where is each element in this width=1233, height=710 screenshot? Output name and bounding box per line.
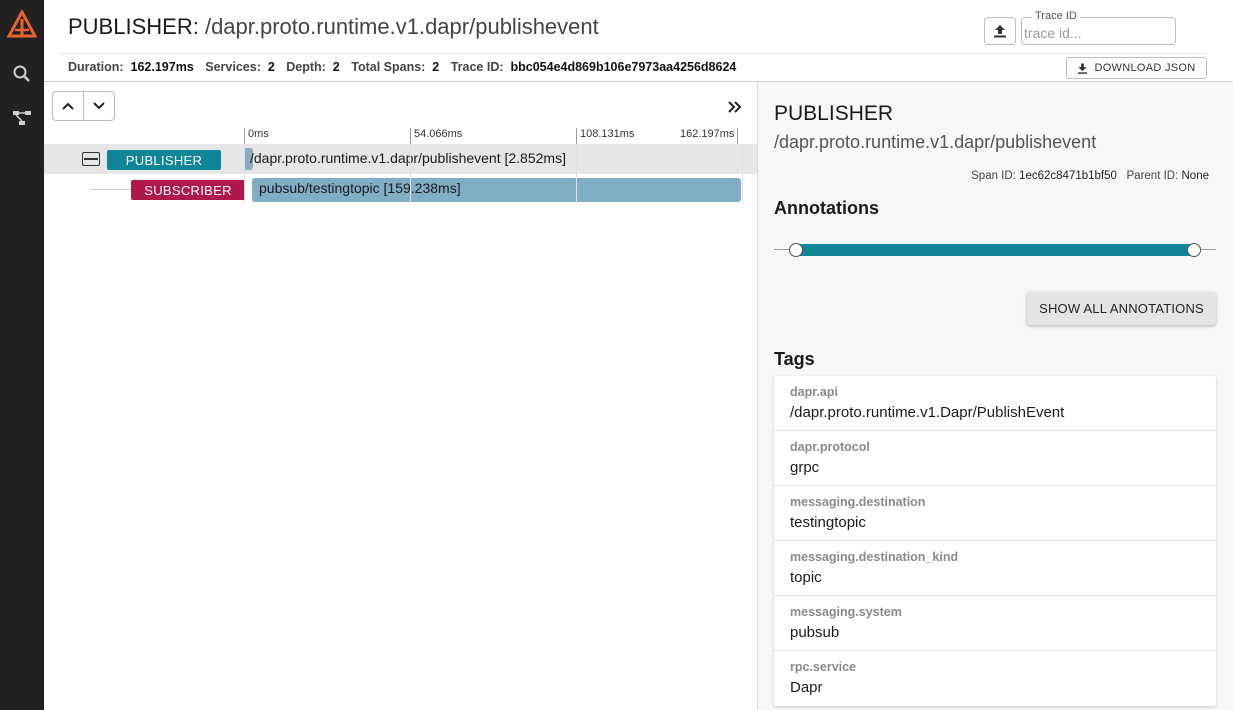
download-icon <box>1078 62 1088 74</box>
service-badge-publisher[interactable]: PUBLISHER <box>107 150 221 170</box>
double-chevron-right-icon <box>728 101 742 113</box>
tag-row: rpc.service Dapr <box>774 651 1216 706</box>
span-label-subscriber: pubsub/testingtopic [159.238ms] <box>259 180 461 196</box>
time-grid-line <box>410 144 411 204</box>
trace-title-service: PUBLISHER <box>68 14 193 39</box>
header-divider <box>60 53 1207 54</box>
span-label-publisher: /dapr.proto.runtime.v1.dapr/publishevent… <box>250 150 566 166</box>
parent-id-label: Parent ID: <box>1126 170 1179 182</box>
tag-value: topic <box>790 569 822 586</box>
annotations-title: Annotations <box>774 198 879 218</box>
upload-button[interactable] <box>984 17 1016 45</box>
span-detail-panel: PUBLISHER /dapr.proto.runtime.v1.dapr/pu… <box>757 82 1233 710</box>
time-tick: 0ms <box>244 128 269 144</box>
upload-icon <box>994 25 1006 38</box>
chevron-down-icon <box>93 102 105 110</box>
tag-value: pubsub <box>790 624 840 641</box>
span-id-value: 1ec62c8471b1bf50 <box>1019 170 1117 182</box>
depth-value: 2 <box>332 60 340 74</box>
trace-title-operation: /dapr.proto.runtime.v1.dapr/publishevent <box>198 14 599 39</box>
tag-key: dapr.api <box>790 385 838 399</box>
trace-header: PUBLISHER: /dapr.proto.runtime.v1.dapr/p… <box>44 0 1233 82</box>
span-ids: Span ID: 1ec62c8471b1bf50 Parent ID: Non… <box>971 170 1209 182</box>
span-row-subscriber[interactable]: SUBSCRIBER pubsub/testingtopic [159.238m… <box>44 174 757 204</box>
tag-key: messaging.system <box>790 605 902 619</box>
duration-label: Duration: <box>68 60 124 74</box>
time-tick: 54.066ms <box>410 128 462 144</box>
tags-title: Tags <box>774 349 815 369</box>
tag-value: Dapr <box>790 679 823 696</box>
tags-list: dapr.api/dapr.proto.runtime.v1.Dapr/Publ… <box>774 376 1216 706</box>
span-navigation <box>52 91 115 121</box>
slider-start-thumb[interactable] <box>789 243 804 257</box>
trace-id-input[interactable] <box>1022 18 1175 44</box>
dependencies-icon[interactable] <box>0 108 44 128</box>
services-value: 2 <box>267 60 275 74</box>
span-row-publisher[interactable]: PUBLISHER /dapr.proto.runtime.v1.dapr/pu… <box>44 144 757 174</box>
detail-service: PUBLISHER <box>774 102 894 125</box>
tag-value: grpc <box>790 459 820 476</box>
previous-span-button[interactable] <box>53 92 83 120</box>
trace-id-value: bbc054e4d869b106e7973aa4256d8624 <box>510 60 737 74</box>
depth-label: Depth: <box>286 60 326 74</box>
logo-icon[interactable] <box>0 10 44 40</box>
tag-row: messaging.destination_kindtopic <box>774 541 1216 596</box>
tag-value: testingtopic <box>790 514 866 531</box>
time-tick: 162.197ms <box>680 128 739 144</box>
download-json-button[interactable]: DOWNLOAD JSON <box>1066 57 1207 79</box>
annotation-range-slider[interactable] <box>774 242 1216 258</box>
trace-stats: Duration: 162.197ms Services: 2 Depth: 2… <box>68 60 744 74</box>
tag-row: dapr.api/dapr.proto.runtime.v1.Dapr/Publ… <box>774 376 1216 431</box>
collapse-icon[interactable] <box>82 152 100 166</box>
detail-operation: /dapr.proto.runtime.v1.dapr/publishevent <box>774 132 1097 152</box>
tag-key: dapr.protocol <box>790 440 870 454</box>
tag-row: messaging.destination testingtopic <box>774 486 1216 541</box>
trace-id-field[interactable]: Trace ID <box>1021 10 1176 45</box>
span-id-label: Span ID: <box>971 170 1016 182</box>
services-label: Services: <box>205 60 261 74</box>
expand-detail-button[interactable] <box>726 98 744 116</box>
search-icon[interactable] <box>0 64 44 84</box>
slider-track <box>796 244 1194 256</box>
tag-row: messaging.system pubsub <box>774 596 1216 651</box>
time-grid-line <box>742 144 743 204</box>
tag-row: dapr.protocol grpc <box>774 431 1216 486</box>
tag-key: rpc.service <box>790 660 857 674</box>
time-tick: 108.131ms <box>576 128 634 144</box>
service-badge-subscriber[interactable]: SUBSCRIBER <box>131 180 245 200</box>
total-spans-value: 2 <box>432 60 440 74</box>
total-spans-label: Total Spans: <box>351 60 426 74</box>
duration-value: 162.197ms <box>130 60 194 74</box>
slider-end-thumb[interactable] <box>1186 243 1201 257</box>
time-ruler: 0ms 54.066ms 108.131ms 162.197ms <box>244 128 744 144</box>
download-json-label: DOWNLOAD JSON <box>1094 62 1196 74</box>
sidebar <box>0 0 44 710</box>
time-grid-line <box>244 144 245 204</box>
trace-timeline-panel: 0ms 54.066ms 108.131ms 162.197ms PUBLISHER … <box>44 82 757 710</box>
tag-key: messaging.destination_kind <box>790 550 959 564</box>
show-all-annotations-button[interactable]: SHOW ALL ANNOTATIONS <box>1027 292 1216 325</box>
trace-id-label: Trace ID: <box>450 60 504 74</box>
trace-title: PUBLISHER: /dapr.proto.runtime.v1.dapr/p… <box>68 14 599 40</box>
next-span-button[interactable] <box>83 92 114 120</box>
tag-value: /dapr.proto.runtime.v1.Dapr/PublishEvent <box>790 404 1065 421</box>
parent-id-value: None <box>1181 170 1210 182</box>
tag-key: messaging.destination <box>790 495 926 509</box>
chevron-up-icon <box>62 102 74 110</box>
time-grid-line <box>576 144 577 204</box>
